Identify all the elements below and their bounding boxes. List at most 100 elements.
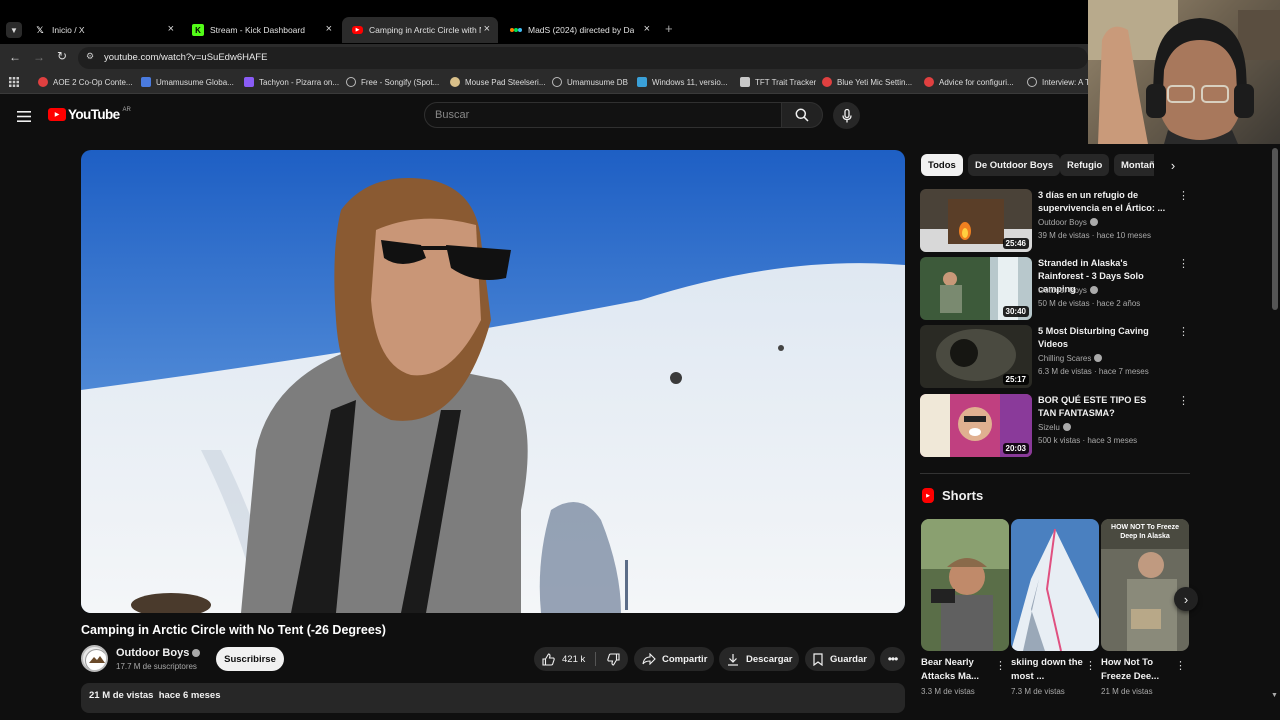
more-vertical-icon[interactable]: ⋮ — [1178, 325, 1189, 338]
channel-name[interactable]: Outdoor Boys — [116, 647, 201, 659]
browser-tab[interactable]: 𝕏 Inicio / X × — [24, 17, 182, 43]
shorts-heading: Shorts — [942, 488, 984, 503]
bookmark-item[interactable]: Free - Songify (Spot... — [346, 77, 439, 87]
scrollbar-thumb[interactable] — [1272, 148, 1278, 310]
like-count: 421 k — [562, 653, 586, 665]
video-frame — [81, 150, 905, 613]
bookmark-item[interactable]: Umamusume Globa... — [141, 77, 234, 87]
chip-refugio[interactable]: Refugio — [1060, 154, 1110, 176]
close-tab-icon[interactable]: × — [168, 23, 174, 35]
chip-montana[interactable]: Montañ — [1114, 154, 1154, 176]
more-vertical-icon[interactable]: ⋮ — [1178, 394, 1189, 407]
browser-tab[interactable]: MadS (2024) directed by David × — [500, 17, 658, 43]
bookmark-item[interactable]: TFT Trait Tracker — [740, 77, 816, 87]
share-label: Compartir — [662, 653, 708, 665]
shorts-header: ▶ Shorts — [922, 488, 983, 503]
search-icon — [795, 108, 809, 122]
bookmark-favicon-icon — [244, 77, 254, 87]
bookmark-label: Advice for configuri... — [939, 77, 1014, 87]
close-tab-icon[interactable]: × — [484, 23, 490, 35]
share-button[interactable]: Compartir — [634, 647, 714, 671]
download-icon — [728, 653, 738, 666]
bookmark-label: Free - Songify (Spot... — [361, 77, 440, 87]
bookmark-item[interactable]: Windows 11, versio... — [637, 77, 727, 87]
bookmark-item[interactable]: Mouse Pad Steelseri... — [450, 77, 545, 87]
subscribe-button[interactable]: Suscribirse — [216, 647, 284, 671]
recommended-video[interactable]: 30:40 Stranded in Alaska's Rainforest - … — [920, 257, 1190, 321]
short-views: 7.3 M de vistas — [1011, 687, 1065, 696]
share-icon — [642, 653, 656, 665]
forward-arrow-icon[interactable]: → — [33, 50, 45, 64]
shorts-next-button[interactable]: › — [1174, 587, 1198, 611]
browser-tab-active[interactable]: ▶ Camping in Arctic Circle with N × — [342, 17, 498, 43]
more-vertical-icon[interactable]: ⋮ — [995, 659, 1006, 672]
close-tab-icon[interactable]: × — [644, 23, 650, 35]
video-player[interactable] — [81, 150, 905, 613]
short-thumbnail-caption: HOW NOT To Freeze Deep In Alaska — [1111, 524, 1179, 540]
channel-name-text: Outdoor Boys — [116, 647, 190, 659]
youtube-logo[interactable]: ▶ YouTube AR — [48, 107, 131, 122]
back-arrow-icon[interactable]: ← — [9, 50, 21, 64]
more-vertical-icon[interactable]: ⋮ — [1175, 659, 1186, 672]
apps-grid-icon[interactable] — [9, 77, 19, 87]
chips-next-button[interactable]: › — [1160, 154, 1186, 176]
omnibox[interactable]: ⚙ youtube.com/watch?v=uSuEdw6HAFE — [78, 47, 1088, 69]
site-info-icon[interactable]: ⚙ — [86, 51, 94, 62]
recommended-video[interactable]: 25:46 3 días en un refugio de superviven… — [920, 189, 1190, 253]
more-vertical-icon[interactable]: ⋮ — [1178, 257, 1189, 270]
recommended-video[interactable]: 20:03 BOR QUÉ ESTE TIPO ES TAN FANTASMA?… — [920, 394, 1190, 458]
description-box[interactable]: 21 M de vistas hace 6 meses — [81, 683, 905, 713]
channel-name-text: Outdoor Boys — [1038, 286, 1087, 295]
search-input[interactable]: Buscar — [424, 102, 782, 128]
menu-icon[interactable] — [17, 109, 31, 122]
close-tab-icon[interactable]: × — [326, 23, 332, 35]
more-vertical-icon[interactable]: ⋮ — [1085, 659, 1096, 672]
short-thumbnail[interactable] — [1011, 519, 1099, 651]
view-count: 50 M de vistas — [1038, 299, 1090, 308]
scroll-down-arrow-icon[interactable]: ▼ — [1271, 692, 1278, 699]
channel-name[interactable]: Outdoor Boys — [1038, 218, 1098, 227]
channel-name[interactable]: Outdoor Boys — [1038, 286, 1098, 295]
voice-search-button[interactable] — [833, 102, 860, 129]
verified-badge-icon — [192, 649, 201, 657]
bookmark-label: Tachyon - Pizarra on... — [259, 77, 340, 87]
video-thumbnail[interactable]: 25:17 — [920, 325, 1032, 388]
page-scrollbar[interactable]: ▼ — [1270, 144, 1280, 710]
channel-name[interactable]: Chilling Scares — [1038, 354, 1103, 363]
more-actions-button[interactable]: ••• — [880, 647, 905, 671]
short-title: Bear Nearly Attacks Ma... — [921, 657, 980, 682]
short-title: How Not To Freeze Dee... — [1101, 657, 1160, 682]
save-button[interactable]: Guardar — [805, 647, 875, 671]
reload-icon[interactable]: ↻ — [57, 49, 67, 63]
bookmark-item[interactable]: Blue Yeti Mic Settin... — [822, 77, 912, 87]
more-vertical-icon[interactable]: ⋮ — [1178, 189, 1189, 202]
bookmark-item[interactable]: Tachyon - Pizarra on... — [244, 77, 339, 87]
bookmark-favicon-icon — [637, 77, 647, 87]
download-button[interactable]: Descargar — [719, 647, 799, 671]
browser-tab[interactable]: K Stream - Kick Dashboard × — [182, 17, 340, 43]
like-divider — [595, 652, 596, 666]
bookmark-favicon-icon — [552, 77, 562, 87]
recommended-video[interactable]: 25:17 5 Most Disturbing Caving Videos Ch… — [920, 325, 1190, 389]
bookmark-item[interactable]: Advice for configuri... — [924, 77, 1014, 87]
video-thumbnail[interactable]: 30:40 — [920, 257, 1032, 320]
chip-all[interactable]: Todos — [921, 154, 963, 176]
chip-from-channel[interactable]: De Outdoor Boys — [968, 154, 1061, 176]
new-tab-icon[interactable]: + — [665, 21, 673, 36]
short-thumbnail[interactable]: HOW NOT To Freeze Deep In Alaska — [1101, 519, 1189, 651]
upload-age: hace 7 meses — [1098, 367, 1149, 376]
tab-search-dropdown[interactable]: ▼ — [6, 22, 22, 38]
bookmark-item[interactable]: Interview: A T — [1027, 77, 1090, 87]
channel-avatar[interactable] — [81, 645, 108, 672]
search-button[interactable] — [781, 102, 823, 128]
bookmark-label: Umamusume Globa... — [156, 77, 234, 87]
dislike-button[interactable] — [600, 647, 626, 671]
video-duration: 20:03 — [1002, 443, 1029, 454]
bookmark-item[interactable]: AOE 2 Co-Op Conte... — [38, 77, 133, 87]
short-thumbnail[interactable] — [921, 519, 1009, 651]
bookmark-item[interactable]: Umamusume DB — [552, 77, 628, 87]
video-thumbnail[interactable]: 25:46 — [920, 189, 1032, 252]
like-button[interactable]: 421 k — [534, 647, 594, 671]
channel-name[interactable]: Sizelu — [1038, 423, 1071, 432]
video-thumbnail[interactable]: 20:03 — [920, 394, 1032, 457]
